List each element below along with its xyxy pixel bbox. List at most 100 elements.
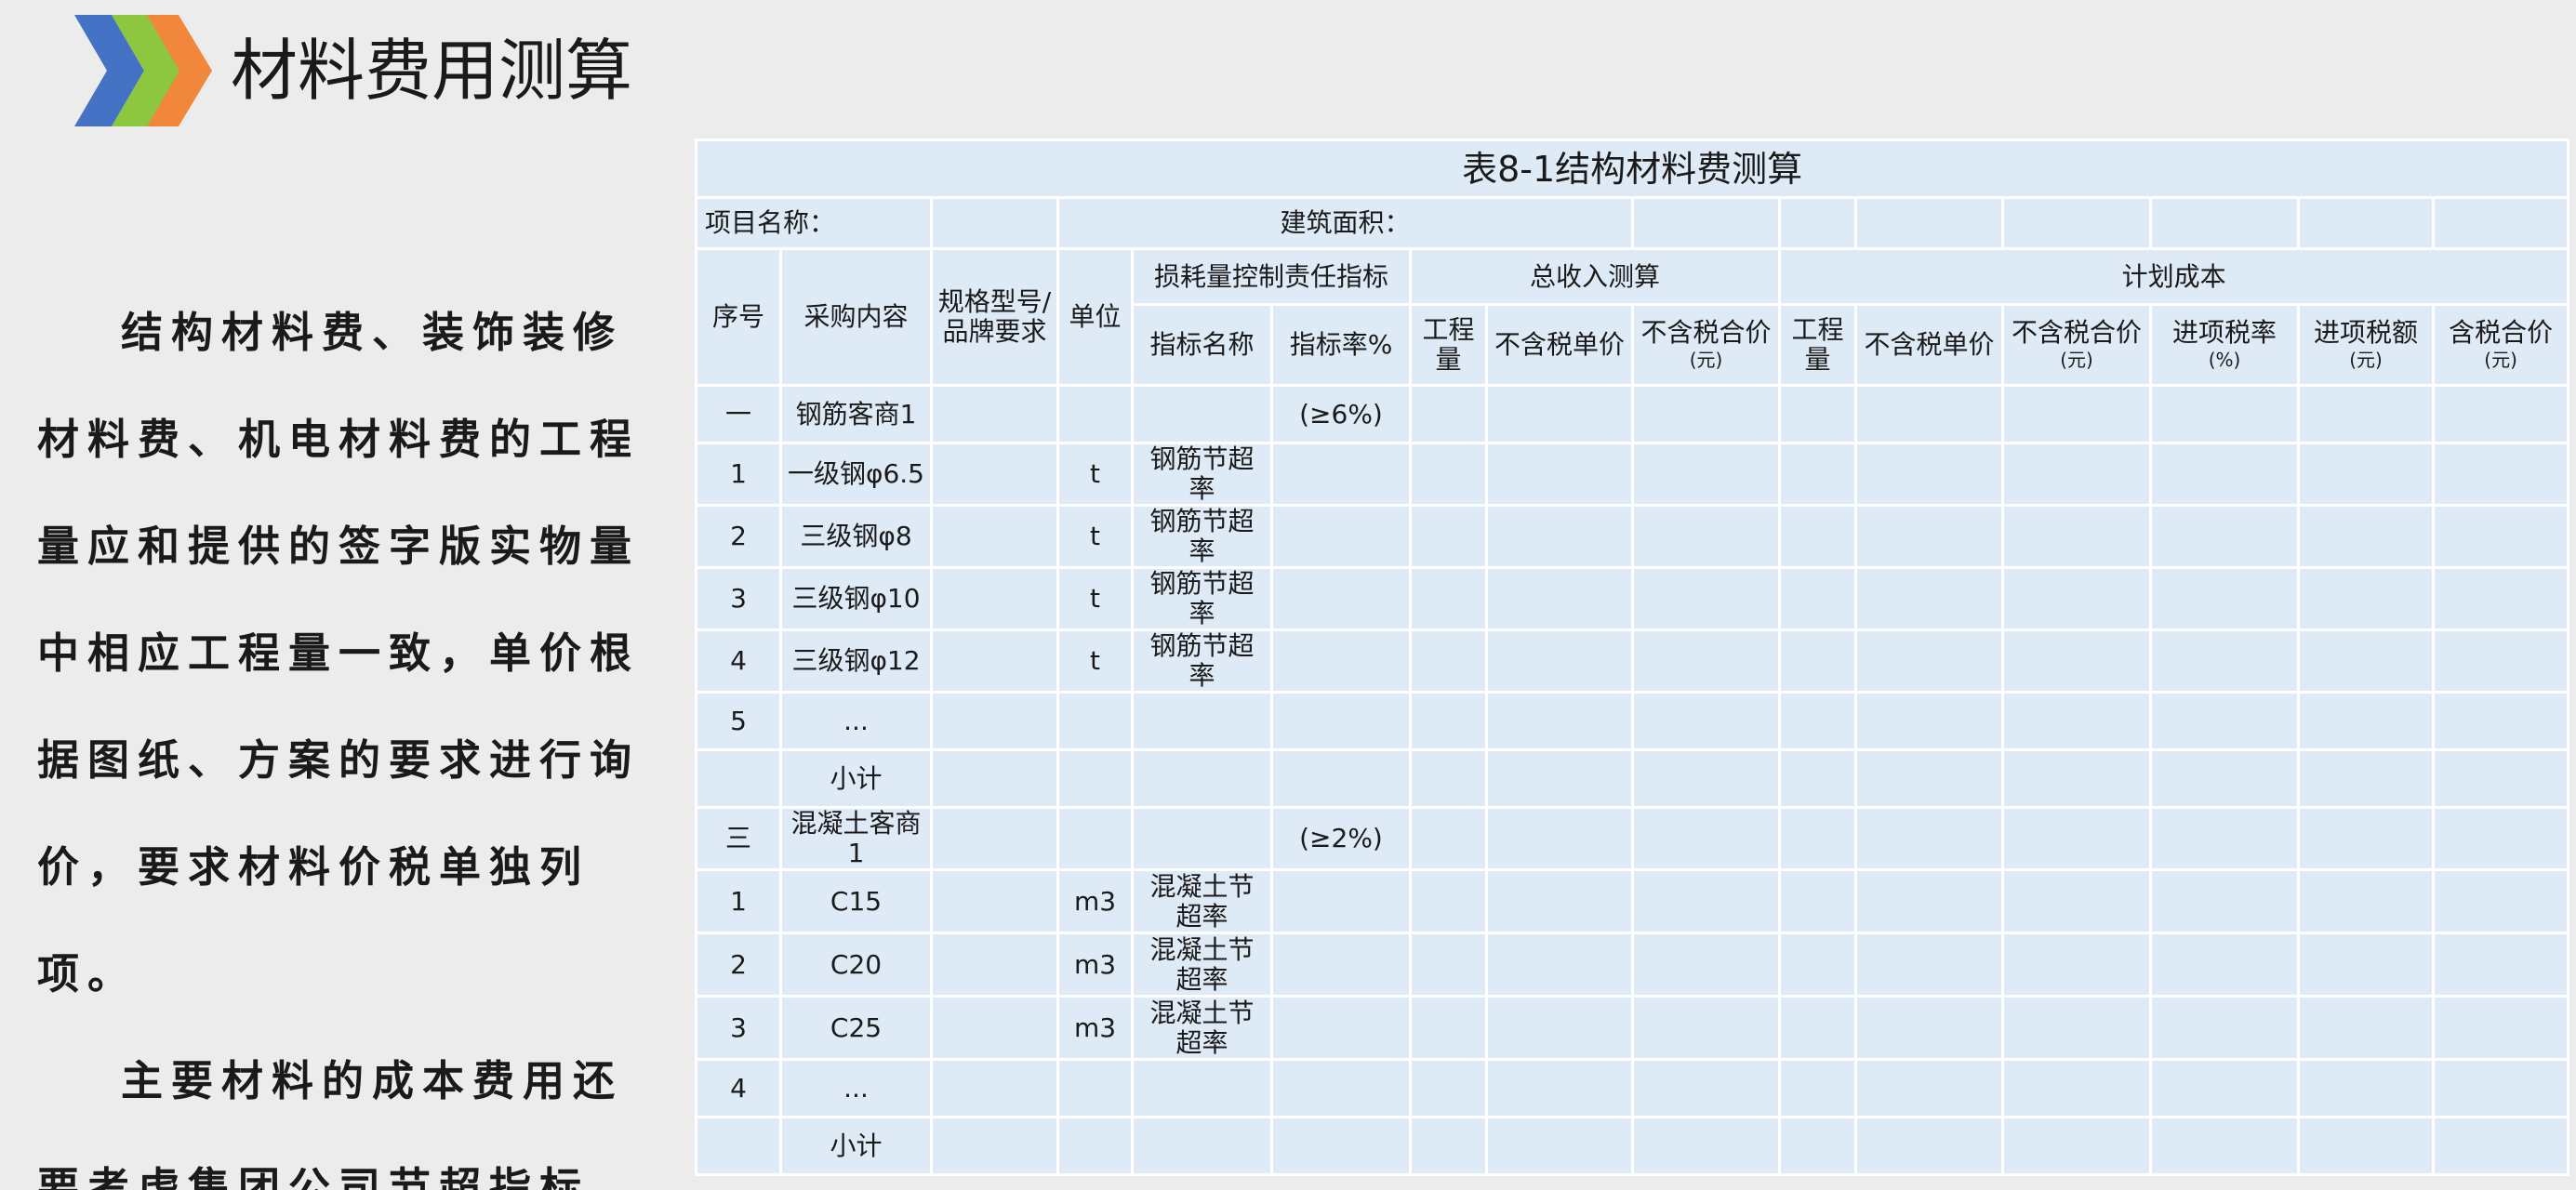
cell-plan-total xyxy=(2001,384,2152,444)
cell-spec xyxy=(930,1116,1059,1176)
cost-table: 表8-1结构材料费测算 项目名称： 建筑面积： 序号 采购内容 规格型号/品牌要… xyxy=(694,139,2570,1176)
cell-plan-price xyxy=(1854,1116,2004,1176)
header-taxed-total: 含税合价 (元) xyxy=(2431,303,2570,387)
cell-tax-amount xyxy=(2297,748,2435,809)
cell-plan-qty xyxy=(1778,566,1857,631)
cell-tax-rate xyxy=(2149,995,2300,1061)
cell-seq: 2 xyxy=(695,504,782,569)
cell-seq: 1 xyxy=(695,442,782,507)
header-plan-group: 计划成本 xyxy=(1777,247,2570,306)
page-title: 材料费用测算 xyxy=(231,32,633,110)
cell-tax-amount xyxy=(2297,504,2435,569)
cell-income-qty xyxy=(1409,1058,1488,1118)
cell-taxed-total xyxy=(2431,1116,2570,1176)
header-tax-rate: 进项税率 (%) xyxy=(2149,303,2300,387)
cell-plan-qty xyxy=(1778,868,1857,934)
cell-spec xyxy=(930,384,1059,444)
cell-plan-qty xyxy=(1778,748,1857,809)
cell-taxed-total xyxy=(2431,691,2570,751)
cell-indicator-rate xyxy=(1270,932,1412,998)
cell-tax-amount xyxy=(2297,691,2435,751)
cell-content: 钢筋客商1 xyxy=(779,384,933,444)
header-spec: 规格型号/品牌要求 xyxy=(930,247,1059,387)
cell-spec xyxy=(930,1058,1059,1118)
cell-income-qty xyxy=(1409,566,1488,631)
cell-plan-total xyxy=(2001,868,2152,934)
building-area-label: 建筑面积： xyxy=(1056,196,1634,250)
cell-spec xyxy=(930,628,1059,694)
cell-plan-price xyxy=(1854,932,2004,998)
table-row: 一钢筋客商1 (≥6%) xyxy=(695,384,2570,444)
cell-content: ... xyxy=(779,1058,933,1118)
cell-plan-total xyxy=(2001,1116,2152,1176)
cell-content: 三级钢φ10 xyxy=(779,566,933,631)
table-caption-row: 表8-1结构材料费测算 xyxy=(694,139,2570,199)
cell-taxed-total xyxy=(2431,566,2570,631)
cell-income-price xyxy=(1485,1058,1634,1118)
cell-unit xyxy=(1056,1058,1134,1118)
cell-plan-price xyxy=(1854,691,2004,751)
cell-income-total xyxy=(1631,806,1781,871)
cell-indicator-rate xyxy=(1270,566,1412,631)
cell-income-qty xyxy=(1409,1116,1488,1176)
cell-indicator-rate xyxy=(1270,691,1412,751)
cell-indicator-name: 钢筋节超率 xyxy=(1131,504,1273,569)
cell-indicator-rate xyxy=(1270,1058,1412,1118)
cell-tax-rate xyxy=(2149,1058,2300,1118)
cell-seq xyxy=(695,748,782,809)
cell-plan-price xyxy=(1854,1058,2004,1118)
cell-plan-qty xyxy=(1778,995,1857,1061)
cell-income-qty xyxy=(1409,868,1488,934)
cell-indicator-name: 混凝土节超率 xyxy=(1131,868,1273,934)
cell-tax-amount xyxy=(2297,442,2435,507)
cell-tax-amount xyxy=(2297,384,2435,444)
cell-content: 小计 xyxy=(779,1116,933,1176)
cell-unit: m3 xyxy=(1056,932,1134,998)
cell-spec xyxy=(930,504,1059,569)
cell-unit xyxy=(1056,1116,1134,1176)
cell-spec xyxy=(930,868,1059,934)
cell-income-total xyxy=(1631,1058,1781,1118)
cell-income-total xyxy=(1631,504,1781,569)
cell-plan-qty xyxy=(1778,1058,1857,1118)
cell-plan-total xyxy=(2001,628,2152,694)
cell-tax-rate xyxy=(2149,384,2300,444)
cell-tax-rate xyxy=(2149,1116,2300,1176)
cell-tax-amount xyxy=(2297,1058,2435,1118)
cell-taxed-total xyxy=(2431,384,2570,444)
cell-indicator-name xyxy=(1131,691,1273,751)
cell-taxed-total xyxy=(2431,868,2570,934)
header-indicator-name: 指标名称 xyxy=(1131,303,1273,387)
header-seq: 序号 xyxy=(695,247,782,387)
cell-income-qty xyxy=(1409,442,1488,507)
cell-income-total xyxy=(1631,442,1781,507)
cell-seq: 三 xyxy=(695,806,782,871)
cell-taxed-total xyxy=(2431,1058,2570,1118)
cell-tax-rate xyxy=(2149,748,2300,809)
cell-plan-total xyxy=(2001,806,2152,871)
table-row: 小计 xyxy=(695,1116,2570,1176)
cell-income-price xyxy=(1485,1116,1634,1176)
header-row-1: 序号 采购内容 规格型号/品牌要求 单位 损耗量控制责任指标 总收入测算 计划成… xyxy=(695,247,2570,387)
cell-income-qty xyxy=(1409,748,1488,809)
cell-income-qty xyxy=(1409,691,1488,751)
cell-unit: t xyxy=(1056,504,1134,569)
cell-indicator-name: 混凝土节超率 xyxy=(1131,995,1273,1061)
cell-unit xyxy=(1056,691,1134,751)
cell-income-total xyxy=(1631,566,1781,631)
cell-income-qty xyxy=(1409,384,1488,444)
cell-income-total xyxy=(1631,384,1781,444)
cell-seq: 5 xyxy=(695,691,782,751)
cell-income-qty xyxy=(1409,504,1488,569)
cell-taxed-total xyxy=(2431,995,2570,1061)
table-row: 3 三级钢φ10 t 钢筋节超率 xyxy=(695,566,2570,631)
paragraph-1: 结构材料费、装饰装修材料费、机电材料费的工程量应和提供的签字版实物量中相应工程量… xyxy=(37,308,641,998)
cell-indicator-name: 钢筋节超率 xyxy=(1131,442,1273,507)
cell-plan-total xyxy=(2001,442,2152,507)
table-row: 1 一级钢φ6.5 t 钢筋节超率 xyxy=(695,442,2570,507)
body-text: 结构材料费、装饰装修材料费、机电材料费的工程量应和提供的签字版实物量中相应工程量… xyxy=(37,279,642,1190)
cell-unit: m3 xyxy=(1056,995,1134,1061)
cell-plan-price xyxy=(1854,384,2004,444)
table-row: 1 C15 m3 混凝土节超率 xyxy=(695,868,2570,934)
cell-plan-total xyxy=(2001,504,2152,569)
